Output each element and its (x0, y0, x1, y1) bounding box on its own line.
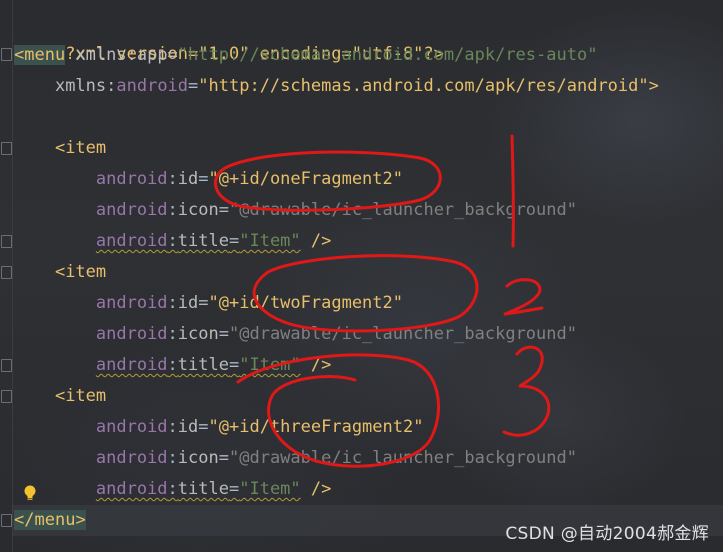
xmlns-app-attr: xmlns:app= (65, 45, 178, 65)
equals: = (228, 355, 240, 375)
android-ns: android (95, 417, 168, 437)
id-attr: id (177, 169, 199, 189)
equals: = (198, 169, 209, 189)
lightbulb-icon[interactable] (22, 484, 38, 502)
colon: : (167, 355, 178, 375)
icon-attr: icon (177, 200, 219, 220)
code-line-title-1[interactable]: android:title="Item" /> (14, 226, 331, 257)
code-line-icon-3[interactable]: android:icon="@drawable/ic_launcher_back… (14, 443, 577, 474)
equals: = (228, 231, 240, 251)
menu-tag: menu (34, 510, 76, 530)
item-tag: <item (54, 386, 107, 406)
icon-value: "@drawable/ic_launcher_background" (229, 448, 577, 468)
android-ns: android (95, 231, 168, 251)
annotation-digit-1 (510, 134, 515, 248)
title-value: "Item" (239, 355, 301, 375)
code-line-title-2[interactable]: android:title="Item" /> (14, 350, 331, 381)
code-line-icon-1[interactable]: android:icon="@drawable/ic_launcher_back… (14, 195, 577, 226)
code-line-item-1[interactable]: <item (14, 133, 106, 164)
fold-marker-icon[interactable] (1, 359, 12, 372)
close-bracket: > (75, 510, 86, 530)
annotation-digit-2 (503, 278, 544, 316)
equals: = (188, 76, 199, 96)
colon: : (167, 293, 178, 313)
self-close: /> (300, 231, 332, 251)
android-ns: android (95, 169, 168, 189)
colon: : (167, 324, 178, 344)
android-ns: android (95, 200, 168, 220)
id-value: "@+id/oneFragment2" (208, 169, 403, 189)
icon-attr: icon (177, 448, 219, 468)
fold-marker-icon[interactable] (1, 142, 12, 155)
fold-marker-icon[interactable] (1, 514, 12, 527)
title-value: "Item" (239, 231, 301, 251)
equals: = (218, 200, 229, 220)
self-close: /> (300, 479, 332, 499)
fold-marker-icon[interactable] (1, 266, 12, 279)
xmlns-app-value: "http://schemas.android.com/apk/res-auto… (177, 45, 598, 65)
fold-marker-icon[interactable] (1, 48, 12, 61)
code-line-1[interactable]: <?xml version="1.0" encoding="utf-8"?> (14, 8, 444, 64)
equals: = (228, 479, 240, 499)
colon: : (167, 200, 178, 220)
colon: : (167, 231, 178, 251)
icon-value: "@drawable/ic_launcher_background" (229, 200, 577, 220)
code-line-item-3[interactable]: <item (14, 381, 106, 412)
self-close: /> (300, 355, 332, 375)
title-value: "Item" (239, 479, 301, 499)
close-bracket: > (648, 76, 659, 96)
icon-value: "@drawable/ic_launcher_background" (229, 324, 577, 344)
code-line-3[interactable]: xmlns:android="http://schemas.android.co… (14, 71, 659, 102)
code-line-item-2[interactable]: <item (14, 257, 106, 288)
code-line-icon-2[interactable]: android:icon="@drawable/ic_launcher_back… (14, 319, 577, 350)
android-ns: android (95, 355, 168, 375)
close-open-bracket: </ (14, 510, 35, 530)
xmlns-android-value: "http://schemas.android.com/apk/res/andr… (198, 76, 649, 96)
id-attr: id (177, 417, 199, 437)
android-ns: android (95, 324, 168, 344)
colon: : (167, 169, 178, 189)
code-line-id-1[interactable]: android:id="@+id/oneFragment2" (14, 164, 403, 195)
equals: = (218, 448, 229, 468)
xmlns-prefix: xmlns: (54, 76, 117, 96)
item-tag: <item (54, 262, 107, 282)
id-attr: id (177, 293, 199, 313)
icon-attr: icon (177, 324, 219, 344)
android-ns: android (116, 76, 189, 96)
colon: : (167, 479, 178, 499)
android-ns: android (95, 479, 168, 499)
menu-tag: menu (24, 45, 66, 65)
equals: = (198, 293, 209, 313)
id-value: "@+id/twoFragment2" (208, 293, 403, 313)
colon: : (167, 448, 178, 468)
colon: : (167, 417, 178, 437)
equals: = (198, 417, 209, 437)
open-bracket: < (14, 45, 25, 65)
title-attr: title (177, 231, 229, 251)
title-attr: title (177, 355, 229, 375)
code-line-title-3[interactable]: android:title="Item" /> (14, 474, 331, 505)
item-tag: <item (54, 138, 107, 158)
fold-marker-icon[interactable] (1, 390, 12, 403)
code-editor[interactable]: <?xml version="1.0" encoding="utf-8"?> <… (0, 0, 723, 552)
fold-marker-icon[interactable] (1, 235, 12, 248)
title-attr: title (177, 479, 229, 499)
annotation-digit-3 (502, 345, 551, 437)
code-line-id-2[interactable]: android:id="@+id/twoFragment2" (14, 288, 403, 319)
code-line-2[interactable]: <menu xmlns:app="http://schemas.android.… (14, 40, 597, 71)
code-line-id-3[interactable]: android:id="@+id/threeFragment2" (14, 412, 424, 443)
equals: = (218, 324, 229, 344)
android-ns: android (95, 293, 168, 313)
id-value: "@+id/threeFragment2" (208, 417, 424, 437)
watermark: CSDN @自动2004郝金辉 (505, 524, 709, 544)
android-ns: android (95, 448, 168, 468)
